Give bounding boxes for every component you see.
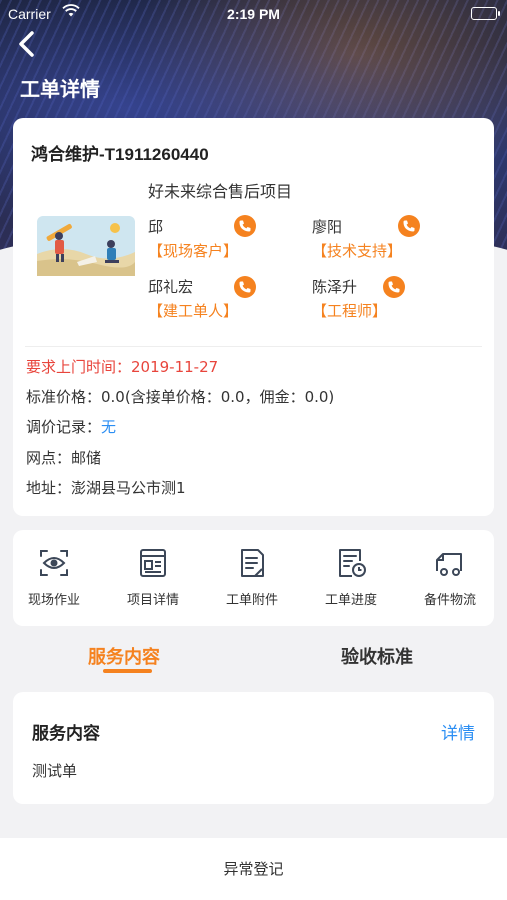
service-content-title: 服务内容	[32, 724, 100, 744]
divider	[25, 346, 482, 347]
contact-order-creator: 邱礼宏 【建工单人】	[148, 276, 293, 326]
tab-service-content[interactable]: 服务内容	[88, 643, 160, 669]
action-label: 项目详情	[126, 593, 179, 608]
action-grid: 现场作业 项目详情 工单附件 工单进度 备件物流	[13, 530, 494, 626]
id-card-icon	[136, 546, 170, 580]
contact-role: 【技术支持】	[312, 242, 403, 260]
call-onsite-customer-button[interactable]	[234, 215, 256, 237]
contact-name: 廖阳	[312, 218, 343, 236]
call-engineer-button[interactable]	[383, 276, 405, 298]
phone-icon	[239, 220, 251, 232]
action-label: 现场作业	[27, 593, 80, 608]
outlet-info: 网点：邮储	[26, 449, 102, 467]
contact-onsite-customer: 邱 【现场客户】	[148, 216, 293, 266]
service-content-card: 服务内容 详情 测试单	[13, 692, 494, 804]
active-tab-indicator	[103, 669, 152, 673]
status-bar: Carrier 2:19 PM	[0, 0, 507, 28]
contact-name: 邱	[148, 218, 164, 236]
call-order-creator-button[interactable]	[234, 276, 256, 298]
order-illustration	[37, 216, 135, 276]
action-label: 工单进度	[324, 593, 377, 608]
clock-document-icon	[334, 546, 368, 580]
visit-time: 要求上门时间：2019-11-27	[26, 358, 219, 376]
chevron-left-icon	[19, 31, 34, 57]
phone-icon	[403, 220, 415, 232]
details-link[interactable]: 详情	[441, 719, 475, 744]
contact-role: 【建工单人】	[148, 302, 239, 320]
clock-time: 2:19 PM	[227, 6, 280, 22]
document-icon	[235, 546, 269, 580]
tab-acceptance-criteria[interactable]: 验收标准	[341, 643, 413, 669]
action-label: 工单附件	[225, 593, 278, 608]
phone-icon	[239, 281, 251, 293]
price-info: 标准价格：0.0(含接单价格：0.0，佣金：0.0)	[26, 388, 335, 406]
price-record: 调价记录：无	[26, 416, 116, 437]
contact-role: 【工程师】	[312, 302, 388, 320]
price-record-label: 调价记录：	[26, 418, 102, 436]
action-project-details[interactable]: 项目详情	[105, 546, 201, 608]
contact-tech-support: 廖阳 【技术支持】	[312, 216, 457, 266]
bottom-bar: 异常登记	[0, 838, 507, 900]
contact-role: 【现场客户】	[148, 242, 239, 260]
action-onsite-work[interactable]: 现场作业	[6, 546, 102, 608]
truck-icon	[433, 546, 467, 580]
project-name: 好未来综合售后项目	[148, 182, 293, 201]
page-title: 工单详情	[20, 77, 100, 101]
eye-scan-icon	[37, 546, 71, 580]
action-label: 备件物流	[423, 593, 476, 608]
order-card: 鸿合维护-T1911260440 好未来综合售后项目 邱 【现场客户】 廖阳 【…	[13, 118, 494, 516]
address-info: 地址：澎湖县马公市测1	[26, 479, 186, 497]
action-attachments[interactable]: 工单附件	[204, 546, 300, 608]
contact-name: 邱礼宏	[148, 278, 194, 296]
service-content-text: 测试单	[32, 762, 78, 780]
order-title: 鸿合维护-T1911260440	[31, 145, 209, 164]
battery-icon	[471, 7, 500, 20]
call-tech-support-button[interactable]	[398, 215, 420, 237]
phone-icon	[388, 281, 400, 293]
price-record-value[interactable]: 无	[101, 418, 116, 436]
report-exception-button[interactable]: 异常登记	[0, 858, 507, 879]
action-progress[interactable]: 工单进度	[303, 546, 399, 608]
back-button[interactable]	[16, 30, 44, 58]
action-parts-logistics[interactable]: 备件物流	[402, 546, 498, 608]
